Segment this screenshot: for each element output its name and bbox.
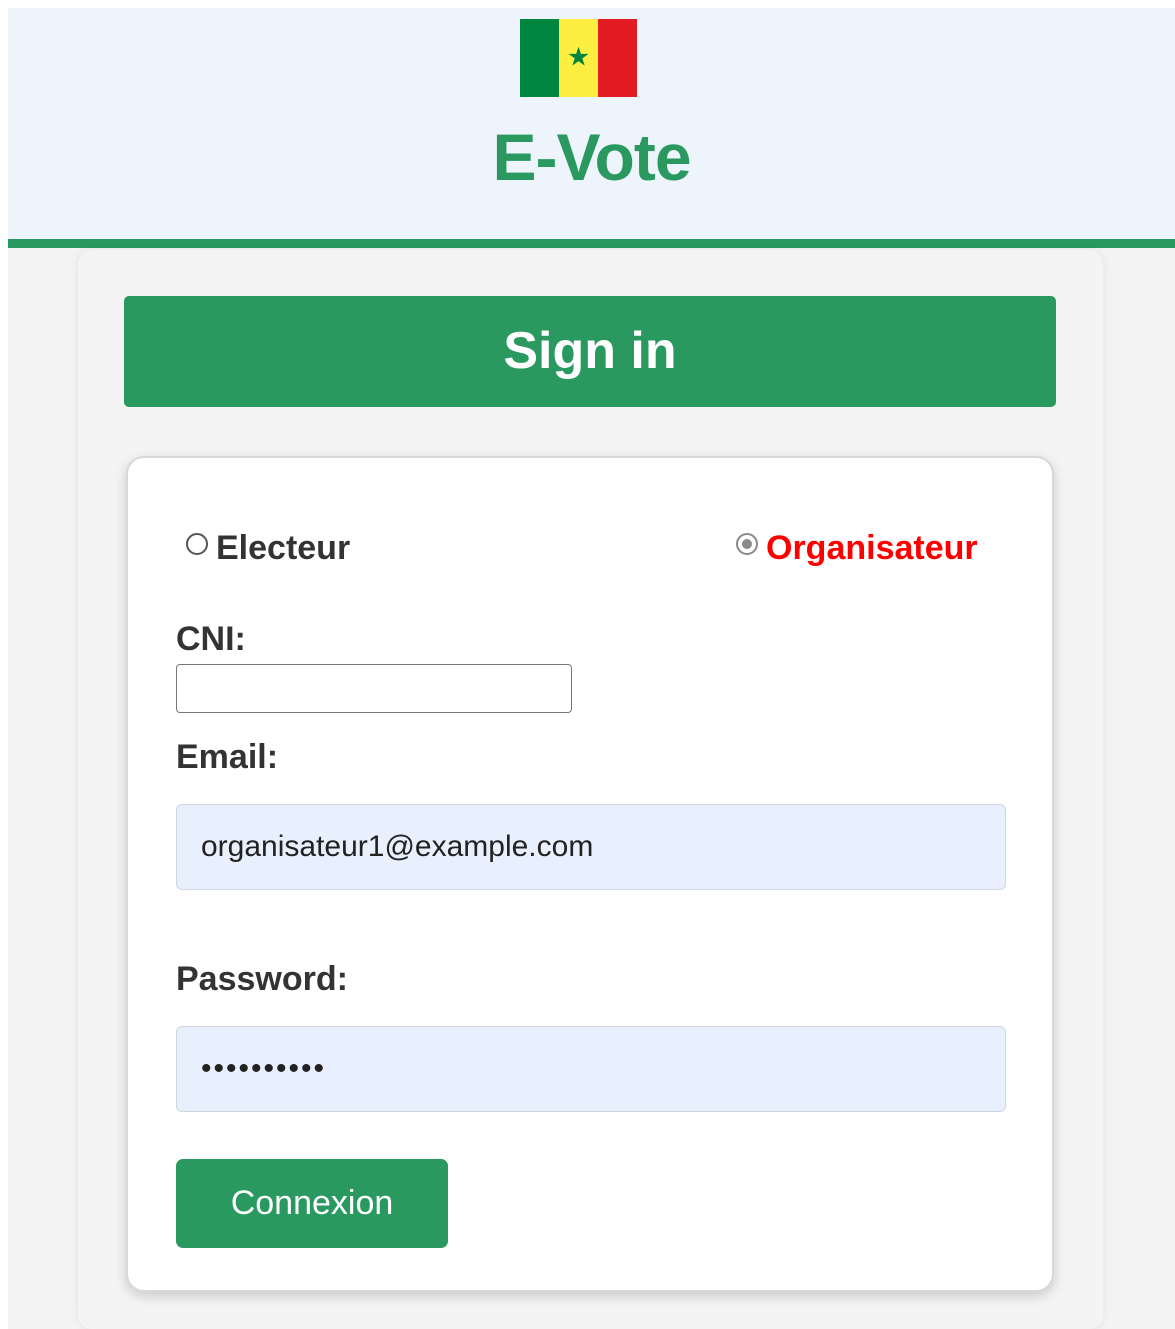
password-label: Password: <box>176 960 348 998</box>
role-option-organisateur[interactable]: Organisateur <box>736 528 978 568</box>
page: ★ E-Vote Sign in Electeur Organisateur C… <box>0 0 1175 1329</box>
flag-red-band <box>598 19 637 97</box>
connexion-button[interactable]: Connexion <box>176 1159 448 1248</box>
signin-panel: Sign in Electeur Organisateur CNI: Email… <box>78 250 1103 1329</box>
signin-banner: Sign in <box>124 296 1056 407</box>
organisateur-radio[interactable] <box>736 533 758 555</box>
header: ★ E-Vote <box>8 8 1175 248</box>
senegal-flag-icon: ★ <box>520 19 637 97</box>
email-input[interactable] <box>176 804 1006 890</box>
flag-yellow-band: ★ <box>559 19 598 97</box>
organisateur-radio-label: Organisateur <box>766 528 978 567</box>
electeur-radio-label: Electeur <box>216 528 351 567</box>
role-option-electeur[interactable]: Electeur <box>186 528 350 568</box>
electeur-radio[interactable] <box>186 533 208 555</box>
password-input[interactable] <box>176 1026 1006 1112</box>
email-label: Email: <box>176 738 279 776</box>
app-container: ★ E-Vote Sign in Electeur Organisateur C… <box>8 8 1175 1329</box>
cni-input[interactable] <box>176 664 572 713</box>
cni-label: CNI: <box>176 620 246 658</box>
star-icon: ★ <box>566 42 591 73</box>
app-title: E-Vote <box>492 120 691 194</box>
login-form: Electeur Organisateur CNI: Email: Passwo… <box>126 456 1054 1292</box>
flag-green-band <box>520 19 559 97</box>
